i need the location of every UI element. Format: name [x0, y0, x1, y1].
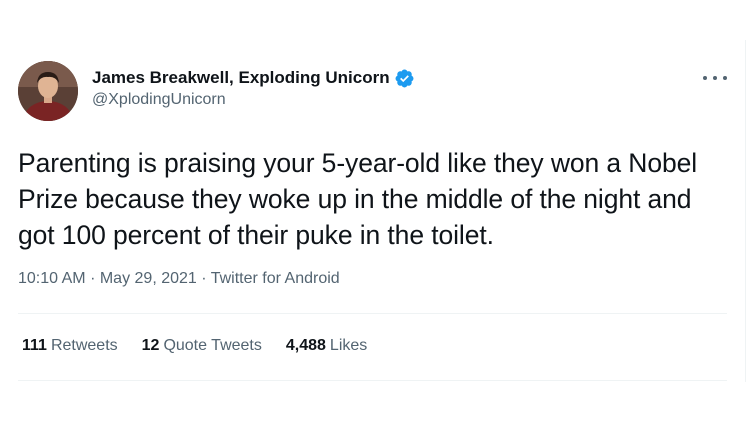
likes-count: 4,488: [285, 337, 326, 354]
tweet-text: Parenting is praising your 5-year-old li…: [18, 148, 698, 250]
tweet-time[interactable]: 10:10 AM: [18, 270, 86, 287]
more-options-icon[interactable]: [703, 68, 727, 88]
avatar-image: [18, 61, 78, 121]
tweet-date[interactable]: May 29, 2021: [100, 270, 197, 287]
tweet-source[interactable]: Twitter for Android: [211, 270, 340, 287]
likes-label: Likes: [329, 337, 368, 354]
meta-separator: ·: [90, 270, 100, 287]
author-name-row: James Breakwell, Exploding Unicorn: [92, 66, 415, 90]
quote-tweets-stat[interactable]: 12 Quote Tweets: [142, 337, 262, 355]
retweets-count: 111: [22, 337, 47, 354]
verified-badge-icon: [394, 68, 415, 89]
quote-tweets-count: 12: [141, 337, 160, 354]
tweet-metadata: 10:10 AM · May 29, 2021 · Twitter for An…: [18, 270, 340, 288]
retweets-label: Retweets: [50, 337, 118, 354]
engagement-stats: 111 Retweets 12 Quote Tweets 4,488 Likes: [22, 337, 391, 355]
divider: [18, 313, 727, 314]
quote-tweets-label: Quote Tweets: [163, 337, 262, 354]
author-block: James Breakwell, Exploding Unicorn @Xplo…: [92, 66, 415, 109]
card-right-border: [745, 40, 746, 382]
tweet-card: James Breakwell, Exploding Unicorn @Xplo…: [0, 0, 750, 422]
likes-stat[interactable]: 4,488 Likes: [286, 337, 367, 355]
avatar[interactable]: [18, 61, 78, 121]
more-dot: [723, 76, 727, 80]
meta-separator: ·: [201, 270, 211, 287]
more-dot: [703, 76, 707, 80]
retweets-stat[interactable]: 111 Retweets: [22, 337, 118, 355]
more-dot: [713, 76, 717, 80]
divider: [18, 380, 727, 381]
author-handle[interactable]: @XplodingUnicorn: [92, 91, 415, 109]
author-display-name[interactable]: James Breakwell, Exploding Unicorn: [92, 68, 390, 88]
